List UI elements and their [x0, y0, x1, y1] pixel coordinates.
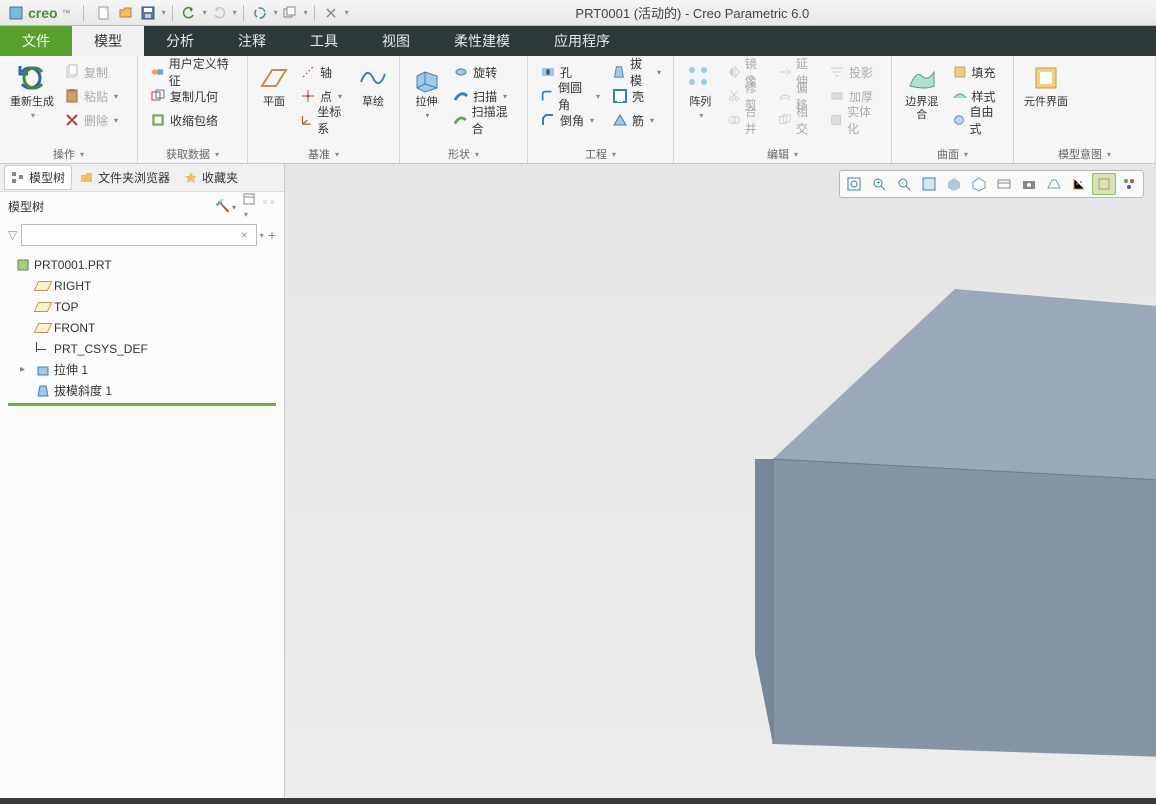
shading-icon[interactable]	[942, 173, 966, 195]
delete-button[interactable]: 删除▾	[60, 108, 122, 132]
copygeom-button[interactable]: 复制几何	[146, 84, 239, 108]
svg-text:-: -	[901, 178, 904, 187]
clear-filter-icon[interactable]: ×	[241, 228, 248, 242]
new-button[interactable]	[94, 3, 114, 23]
tree-item-right[interactable]: RIGHT	[0, 275, 284, 296]
tab-applications[interactable]: 应用程序	[532, 26, 632, 56]
menu-tabs: 文件 模型 分析 注释 工具 视图 柔性建模 应用程序	[0, 26, 1156, 56]
filter-icon[interactable]: ▽	[8, 228, 17, 242]
tree-item-extrude[interactable]: 拉伸 1	[0, 359, 284, 380]
boundary-button[interactable]: 边界混合	[900, 60, 944, 124]
tab-tools[interactable]: 工具	[288, 26, 360, 56]
paste-button[interactable]: 粘贴▾	[60, 84, 122, 108]
csys-button[interactable]: 坐标系	[296, 108, 351, 132]
tree-root[interactable]: PRT0001.PRT	[0, 254, 284, 275]
svg-text:+: +	[876, 178, 881, 187]
tree-item-draft[interactable]: 拔模斜度 1	[0, 380, 284, 401]
tree-item-top[interactable]: TOP	[0, 296, 284, 317]
graphics-viewport[interactable]: + -	[285, 164, 1156, 798]
title-bar: creo ™ ▾ ▾ ▾ ▾ ▾ ▾ PRT0001 (活动的) - Creo …	[0, 0, 1156, 26]
ribbon: 重新生成 ▾ 复制 粘贴▾ 删除▾ 操作▾ 用户定义特征 复制几何 收缩包络	[0, 56, 1156, 164]
freestyle-button[interactable]: 自由式	[948, 108, 1005, 132]
spin-center-icon[interactable]	[1117, 173, 1141, 195]
tree-tool-icon[interactable]: 🔨▾	[215, 199, 236, 213]
chamfer-button[interactable]: 倒角▾	[536, 108, 604, 132]
window-title: PRT0001 (活动的) - Creo Parametric 6.0	[349, 3, 1036, 22]
side-panel: 模型树 文件夹浏览器 收藏夹 模型树 🔨▾ ▾ ▽ × ▾ +	[0, 164, 285, 798]
datum-display-icon[interactable]	[1067, 173, 1091, 195]
tree-settings-icon[interactable]: ▾	[242, 192, 256, 220]
favorites-tab[interactable]: 收藏夹	[178, 166, 244, 189]
annotation-display-icon[interactable]	[1092, 173, 1116, 195]
file-tab[interactable]: 文件	[0, 26, 72, 56]
save-button[interactable]	[138, 3, 158, 23]
copy-button[interactable]: 复制	[60, 60, 122, 84]
fill-button[interactable]: 填充	[948, 60, 1005, 84]
zoom-in-icon[interactable]: +	[867, 173, 891, 195]
shell-button[interactable]: 壳	[608, 84, 665, 108]
open-button[interactable]	[116, 3, 136, 23]
extrude-button[interactable]: 拉伸 ▾	[408, 60, 445, 122]
view-icon[interactable]	[967, 173, 991, 195]
regenerate-button[interactable]: 重新生成 ▾	[8, 60, 56, 122]
tree-filter-icon[interactable]	[262, 199, 276, 213]
logo-text: creo	[28, 5, 58, 21]
pattern-button[interactable]: 阵列 ▾	[682, 60, 719, 122]
windows-button[interactable]	[280, 3, 300, 23]
app-logo: creo ™	[0, 5, 79, 21]
model-tree: PRT0001.PRT RIGHT TOP FRONT PRT_CSYS_DEF…	[0, 250, 284, 412]
tab-annotate[interactable]: 注释	[216, 26, 288, 56]
close-button[interactable]	[321, 3, 341, 23]
zoom-out-icon[interactable]: -	[892, 173, 916, 195]
tab-view[interactable]: 视图	[360, 26, 432, 56]
revolve-button[interactable]: 旋转	[449, 60, 519, 84]
udf-button[interactable]: 用户定义特征	[146, 60, 239, 84]
draft-button[interactable]: 拔模▾	[608, 60, 665, 84]
undo-button[interactable]	[179, 3, 199, 23]
component-interface-button[interactable]: 元件界面	[1022, 60, 1070, 111]
sketch-button[interactable]: 草绘	[355, 60, 391, 111]
zoom-fit-icon[interactable]	[842, 173, 866, 195]
quick-access-toolbar: ▾ ▾ ▾ ▾ ▾ ▾	[88, 3, 349, 23]
axis-button[interactable]: 轴	[296, 60, 351, 84]
merge-button[interactable]: 合并	[723, 108, 770, 132]
model-3d-icon	[745, 284, 1156, 804]
tree-item-csys[interactable]: PRT_CSYS_DEF	[0, 338, 284, 359]
modeltree-tab[interactable]: 模型树	[4, 165, 72, 190]
tree-item-front[interactable]: FRONT	[0, 317, 284, 338]
intersect-button[interactable]: 相交	[774, 108, 821, 132]
filter-dropdown[interactable]: ▾	[260, 231, 264, 240]
rib-button[interactable]: 筋▾	[608, 108, 665, 132]
tab-flexible[interactable]: 柔性建模	[432, 26, 532, 56]
plane-button[interactable]: 平面	[256, 60, 292, 111]
shrinkwrap-button[interactable]: 收缩包络	[146, 108, 239, 132]
view-toolbar: + -	[839, 170, 1144, 198]
solidify-button[interactable]: 实体化	[825, 108, 883, 132]
redo-button[interactable]	[209, 3, 229, 23]
tab-analysis[interactable]: 分析	[144, 26, 216, 56]
sweepblend-button[interactable]: 扫描混合	[449, 108, 519, 132]
regen-button[interactable]	[250, 3, 270, 23]
saved-views-icon[interactable]	[992, 173, 1016, 195]
tab-model[interactable]: 模型	[72, 26, 144, 56]
repaint-icon[interactable]	[917, 173, 941, 195]
perspective-icon[interactable]	[1042, 173, 1066, 195]
filter-input[interactable]	[21, 224, 257, 246]
folder-tab[interactable]: 文件夹浏览器	[74, 166, 176, 189]
add-filter-icon[interactable]: +	[268, 227, 276, 243]
project-button[interactable]: 投影	[825, 60, 883, 84]
snapshot-icon[interactable]	[1017, 173, 1041, 195]
panel-title: 模型树	[8, 198, 44, 215]
round-button[interactable]: 倒圆角▾	[536, 84, 604, 108]
